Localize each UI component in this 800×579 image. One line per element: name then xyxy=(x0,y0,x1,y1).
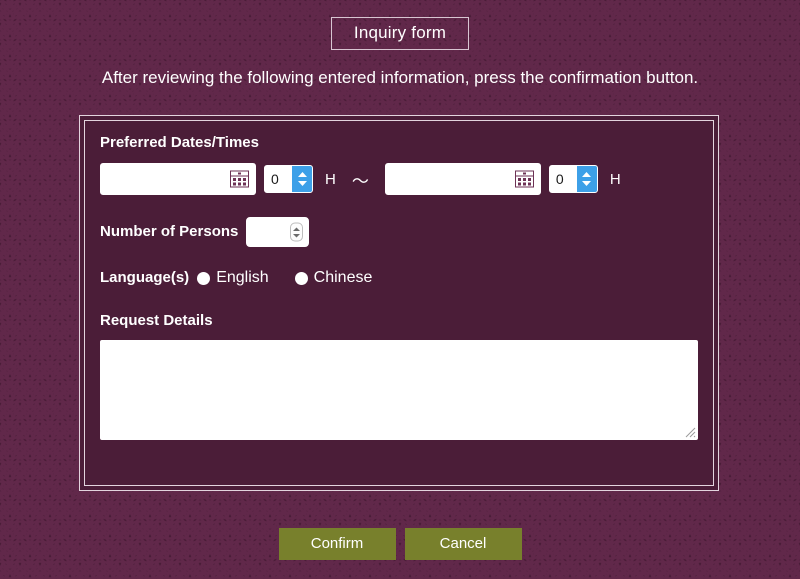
radio-label-chinese: Chinese xyxy=(313,269,373,286)
start-hour-stepper[interactable]: 0 xyxy=(264,165,313,193)
request-details-label: Request Details xyxy=(100,312,213,329)
number-of-persons-row: Number of Persons xyxy=(100,217,698,247)
end-hour-updown-chevron-icon[interactable] xyxy=(576,166,597,192)
start-date-input[interactable] xyxy=(100,163,256,195)
form-panel: Preferred Dates/Times 0 H 〜 0 H Number o… xyxy=(79,115,719,491)
radio-option-english[interactable]: English xyxy=(197,269,269,287)
number-of-persons-label: Number of Persons xyxy=(100,223,239,240)
radio-circle-icon[interactable] xyxy=(294,271,308,285)
form-content: Preferred Dates/Times 0 H 〜 0 H Number o… xyxy=(100,134,698,480)
preferred-dates-row: 0 H 〜 0 H xyxy=(100,163,698,195)
number-of-persons-updown-chevron-icon[interactable] xyxy=(290,222,304,242)
end-date-input[interactable] xyxy=(384,163,541,195)
form-actions: Confirm Cancel xyxy=(0,528,800,560)
radio-label-english: English xyxy=(216,269,269,286)
request-details-textarea[interactable] xyxy=(100,340,698,440)
number-of-persons-input[interactable] xyxy=(246,217,310,247)
calendar-icon[interactable] xyxy=(230,170,249,188)
calendar-icon[interactable] xyxy=(514,170,534,188)
radio-circle-icon[interactable] xyxy=(197,271,211,285)
end-hour-value[interactable]: 0 xyxy=(549,166,577,192)
start-hour-updown-chevron-icon[interactable] xyxy=(292,166,312,192)
radio-option-chinese[interactable]: Chinese xyxy=(294,269,373,287)
cancel-button[interactable]: Cancel xyxy=(404,528,522,560)
preferred-dates-label: Preferred Dates/Times xyxy=(100,134,259,151)
start-hour-value[interactable]: 0 xyxy=(265,166,292,192)
inquiry-form-page: Inquiry form After reviewing the followi… xyxy=(0,0,800,579)
confirm-button[interactable]: Confirm xyxy=(278,528,396,560)
start-hour-unit: H xyxy=(325,170,336,188)
range-separator: 〜 xyxy=(351,171,369,191)
instruction-text: After reviewing the following entered in… xyxy=(101,68,699,87)
page-title: Inquiry form xyxy=(330,17,470,50)
languages-label: Language(s) xyxy=(100,269,190,286)
end-hour-unit: H xyxy=(609,170,621,188)
page-title-container: Inquiry form xyxy=(0,17,800,50)
end-hour-stepper[interactable]: 0 xyxy=(548,165,598,193)
resize-grip-icon[interactable] xyxy=(683,425,696,438)
languages-row: Language(s) English Chinese xyxy=(100,269,698,287)
